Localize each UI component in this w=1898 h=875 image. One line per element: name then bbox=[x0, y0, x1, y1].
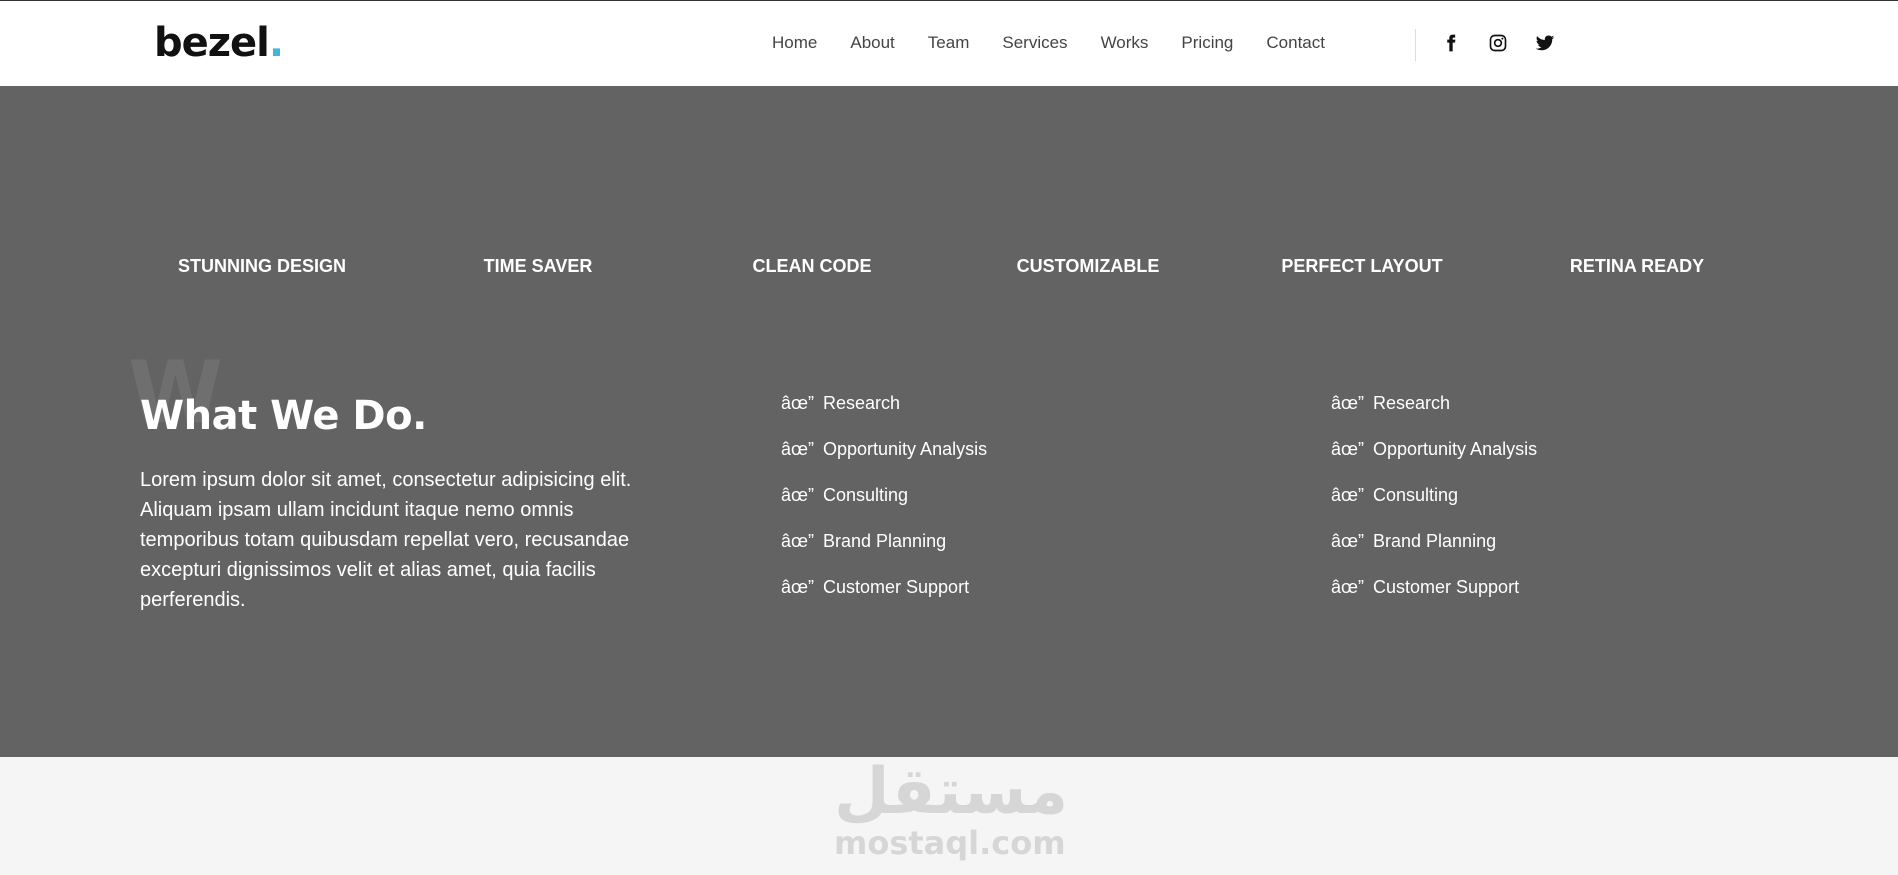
twitter-icon[interactable] bbox=[1534, 32, 1556, 54]
list-item-label: Research bbox=[1373, 393, 1451, 413]
feature-customizable: CUSTOMIZABLE bbox=[1016, 256, 1160, 276]
section-description: Lorem ipsum dolor sit amet, consectetur … bbox=[140, 469, 632, 611]
check-icon: âœ” bbox=[781, 531, 814, 551]
logo[interactable]: bezel. bbox=[154, 19, 284, 67]
watermark-arabic: مستقل bbox=[834, 755, 1069, 829]
instagram-icon[interactable] bbox=[1487, 32, 1509, 54]
list-item-label: Brand Planning bbox=[1373, 531, 1497, 551]
header: bezel. Home About Team Services Works Pr… bbox=[0, 0, 1898, 86]
nav-about[interactable]: About bbox=[850, 31, 894, 55]
check-icon: âœ” bbox=[781, 577, 814, 597]
check-icon: âœ” bbox=[781, 393, 814, 413]
facebook-icon[interactable] bbox=[1440, 32, 1462, 54]
list-item-label: Customer Support bbox=[823, 577, 970, 597]
feature-perfect-layout: PERFECT LAYOUT bbox=[1281, 256, 1443, 276]
list-item: âœ” Brand Planning bbox=[781, 529, 987, 575]
check-icon: âœ” bbox=[1331, 577, 1364, 597]
list-item: âœ” Customer Support bbox=[781, 575, 987, 621]
check-icon: âœ” bbox=[1331, 531, 1364, 551]
check-icon: âœ” bbox=[781, 485, 814, 505]
list-item-label: Consulting bbox=[823, 485, 909, 505]
mostaql-watermark: مستقل mostaql.com bbox=[834, 752, 1069, 875]
nav-divider bbox=[1415, 29, 1416, 61]
list-item: âœ” Consulting bbox=[1331, 483, 1537, 529]
watermark-latin: mostaql.com bbox=[834, 824, 1066, 862]
list-item-label: Opportunity Analysis bbox=[1373, 439, 1538, 459]
logo-text: bezel bbox=[154, 20, 270, 66]
feature-stunning-design: STUNNING DESIGN bbox=[177, 256, 346, 276]
nav-team[interactable]: Team bbox=[928, 31, 970, 55]
list-item: âœ” Brand Planning bbox=[1331, 529, 1537, 575]
check-icon: âœ” bbox=[1331, 485, 1364, 505]
check-icon: âœ” bbox=[781, 439, 814, 459]
list-item: âœ” Research bbox=[781, 391, 987, 437]
nav-pricing[interactable]: Pricing bbox=[1181, 31, 1233, 55]
list-item: âœ” Consulting bbox=[781, 483, 987, 529]
nav-home[interactable]: Home bbox=[772, 31, 817, 55]
section-title: What We Do. bbox=[140, 393, 427, 439]
features-section: STUNNING DESIGN TIME SAVER CLEAN CODE CU… bbox=[0, 86, 1898, 757]
nav-services[interactable]: Services bbox=[1002, 31, 1067, 55]
list-item-label: Consulting bbox=[1373, 485, 1459, 505]
list-item-label: Opportunity Analysis bbox=[823, 439, 988, 459]
social-links bbox=[1440, 32, 1581, 54]
list-item: âœ” Opportunity Analysis bbox=[1331, 437, 1537, 483]
check-icon: âœ” bbox=[1331, 439, 1364, 459]
main-nav: Home About Team Services Works Pricing C… bbox=[772, 31, 1358, 55]
logo-dot: . bbox=[268, 20, 284, 66]
feature-time-saver: TIME SAVER bbox=[483, 256, 593, 276]
nav-works[interactable]: Works bbox=[1101, 31, 1149, 55]
nav-contact[interactable]: Contact bbox=[1266, 31, 1325, 55]
check-icon: âœ” bbox=[1331, 393, 1364, 413]
list-item-label: Research bbox=[823, 393, 901, 413]
feature-retina-ready: RETINA READY bbox=[1569, 256, 1705, 276]
list-item: âœ” Research bbox=[1331, 391, 1537, 437]
services-list-left: âœ” Research âœ” Opportunity Analysis âœ” C… bbox=[781, 391, 987, 621]
list-item-label: Brand Planning bbox=[823, 531, 947, 551]
feature-clean-code: CLEAN CODE bbox=[752, 256, 872, 276]
services-list-right: âœ” Research âœ” Opportunity Analysis âœ” C… bbox=[1331, 391, 1537, 621]
list-item-label: Customer Support bbox=[1373, 577, 1520, 597]
list-item: âœ” Customer Support bbox=[1331, 575, 1537, 621]
list-item: âœ” Opportunity Analysis bbox=[781, 437, 987, 483]
